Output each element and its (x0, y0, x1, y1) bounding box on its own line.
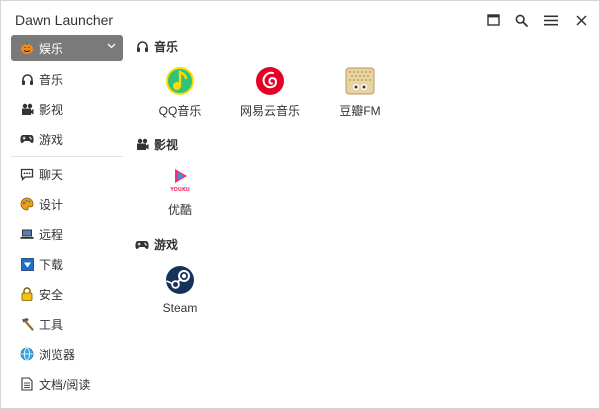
launcher-window: Dawn Launcher 娱乐 音乐 影视 游戏 聊天 设计 远程 下载 安全… (0, 0, 600, 409)
section-title: 音乐 (154, 40, 179, 54)
sidebar-item-label: 聊天 (39, 167, 64, 182)
qq-music-icon (164, 65, 196, 97)
sidebar-item-label: 设计 (39, 197, 64, 212)
sidebar-item-browser[interactable]: 浏览器 (11, 339, 123, 369)
app-label: 豆瓣FM (339, 104, 381, 118)
document-icon (20, 377, 34, 391)
sidebar-item-entertainment[interactable]: 娱乐 (11, 35, 123, 61)
sidebar-item-video[interactable]: 影视 (11, 94, 123, 124)
app-label: Steam (162, 301, 198, 315)
menu-icon (544, 15, 558, 25)
app-youku[interactable]: YOUKU 优酷 (135, 164, 225, 218)
sidebar: 娱乐 音乐 影视 游戏 聊天 设计 远程 下载 安全 工具 浏览器 文档/阅读 (11, 35, 123, 405)
sidebar-item-label: 浏览器 (39, 347, 76, 362)
pumpkin-icon (20, 41, 34, 55)
headphones-icon (20, 72, 34, 86)
sidebar-item-label: 音乐 (39, 72, 64, 87)
sidebar-item-download[interactable]: 下载 (11, 249, 123, 279)
sidebar-item-tools[interactable]: 工具 (11, 309, 123, 339)
section-title: 游戏 (154, 238, 179, 252)
youku-logo-text: YOUKU (169, 187, 190, 193)
section-title: 影视 (154, 138, 179, 152)
steam-icon (164, 264, 196, 296)
search-button[interactable] (509, 9, 533, 31)
sidebar-item-label: 娱乐 (39, 41, 64, 56)
lock-icon (20, 287, 34, 301)
film-icon (20, 102, 34, 116)
app-label: 优酷 (167, 203, 192, 217)
sidebar-item-label: 文档/阅读 (39, 377, 91, 392)
sidebar-item-label: 影视 (39, 102, 64, 117)
search-icon (515, 14, 528, 27)
close-icon (575, 14, 587, 26)
window-button[interactable] (481, 9, 505, 31)
window-icon (486, 14, 500, 26)
douban-fm-icon (344, 65, 376, 97)
section-header-games: 游戏 (135, 236, 178, 253)
netease-music-icon (254, 65, 286, 97)
sidebar-divider (11, 156, 123, 157)
close-button[interactable] (569, 9, 593, 31)
sidebar-item-label: 下载 (39, 257, 64, 272)
sidebar-item-label: 工具 (39, 317, 64, 332)
globe-icon (20, 347, 34, 361)
app-label: QQ音乐 (158, 104, 202, 118)
main-panel: 音乐 QQ音乐 网易云音乐 豆瓣FM 影视 YOUKU 优酷 游戏 Steam (135, 35, 585, 405)
laptop-icon (20, 227, 34, 241)
chevron-down-icon (107, 43, 116, 49)
sidebar-item-music[interactable]: 音乐 (11, 64, 123, 94)
menu-button[interactable] (539, 9, 563, 31)
sidebar-item-label: 安全 (39, 287, 64, 302)
section-header-music: 音乐 (135, 38, 178, 55)
chat-icon (20, 167, 34, 181)
app-title: Dawn Launcher (15, 12, 114, 28)
youku-icon: YOUKU (164, 164, 196, 196)
sidebar-item-label: 远程 (39, 227, 64, 242)
palette-icon (20, 197, 34, 211)
gamepad-icon (135, 238, 149, 252)
sidebar-item-chat[interactable]: 聊天 (11, 159, 123, 189)
section-header-video: 影视 (135, 136, 178, 153)
app-qq-music[interactable]: QQ音乐 (135, 65, 225, 119)
sidebar-item-label: 游戏 (39, 132, 64, 147)
app-steam[interactable]: Steam (135, 264, 225, 315)
gamepad-icon (20, 132, 34, 146)
download-icon (20, 257, 34, 271)
app-douban-fm[interactable]: 豆瓣FM (315, 65, 405, 119)
title-bar: Dawn Launcher (1, 1, 599, 37)
app-label: 网易云音乐 (239, 104, 300, 118)
app-netease-music[interactable]: 网易云音乐 (225, 65, 315, 119)
sidebar-item-games[interactable]: 游戏 (11, 124, 123, 154)
sidebar-item-remote[interactable]: 远程 (11, 219, 123, 249)
headphones-icon (135, 40, 149, 54)
hammer-icon (20, 317, 34, 331)
sidebar-item-security[interactable]: 安全 (11, 279, 123, 309)
sidebar-item-design[interactable]: 设计 (11, 189, 123, 219)
film-icon (135, 138, 149, 152)
sidebar-item-documents[interactable]: 文档/阅读 (11, 369, 123, 399)
